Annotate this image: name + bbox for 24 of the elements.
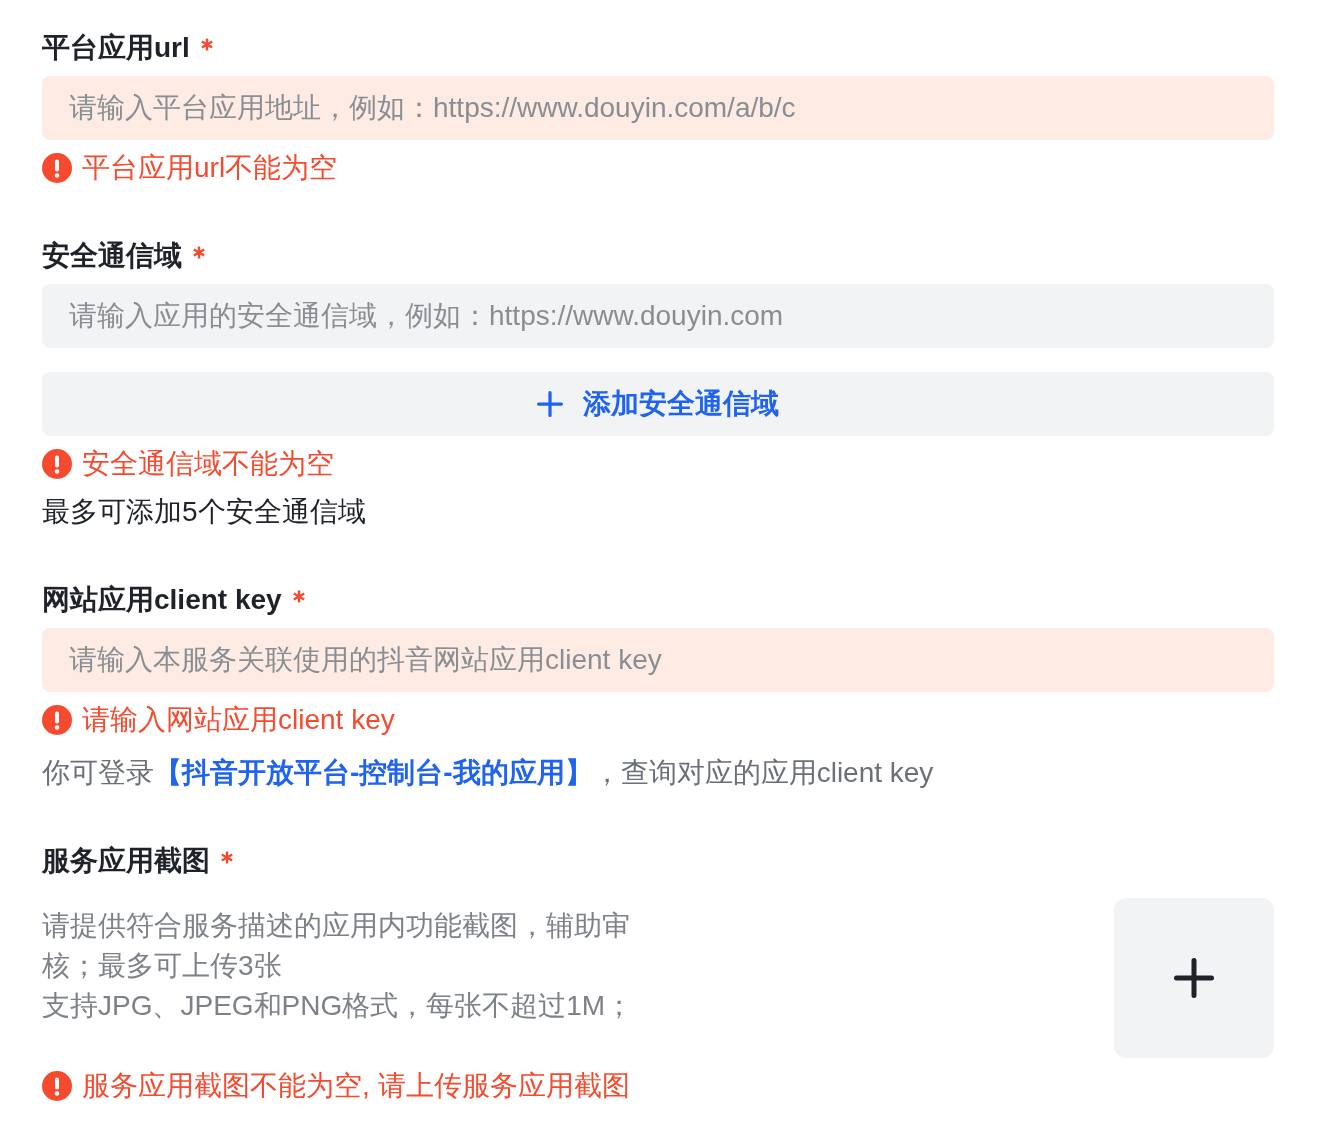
upload-description: 支持JPG、JPEG和PNG格式，每张不超过1M； (42, 989, 635, 1023)
input-field[interactable]: 请输入本服务关联使用的抖音网站应用client key (42, 628, 1274, 692)
error-message: 平台应用url不能为空 (82, 151, 338, 185)
upload-description: 请提供符合服务描述的应用内功能截图，辅助审核；最多可上传3张 (42, 909, 631, 983)
exclamation-circle-icon (42, 705, 72, 735)
exclamation-circle-icon (42, 449, 72, 479)
field-label: 平台应用url (42, 31, 190, 65)
plus-icon (537, 391, 563, 417)
input-field[interactable]: 请输入平台应用地址，例如：https://www.douyin.com/a/b/c (42, 76, 1274, 140)
field-label: 网站应用client key (42, 583, 282, 617)
console-link[interactable]: 【抖音开放平台-控制台-我的应用】 (154, 757, 593, 788)
add-domain-button[interactable]: 添加安全通信域 (42, 372, 1274, 436)
exclamation-circle-icon (42, 153, 72, 183)
plus-icon (1174, 958, 1214, 998)
field-label: 服务应用截图 (42, 844, 210, 878)
input-field[interactable]: 请输入应用的安全通信域，例如：https://www.douyin.com (42, 284, 1274, 348)
upload-button[interactable] (1114, 898, 1274, 1058)
error-message: 安全通信域不能为空 (82, 447, 334, 481)
help-text: 你可登录【抖音开放平台-控制台-我的应用】，查询对应的应用client key (42, 756, 935, 790)
error-message: 请输入网站应用client key (82, 703, 395, 737)
error-message: 服务应用截图不能为空, 请上传服务应用截图 (82, 1069, 630, 1103)
field-label: 安全通信域 (42, 239, 182, 273)
hint-text: 最多可添加5个安全通信域 (42, 495, 367, 529)
exclamation-circle-icon (42, 1071, 72, 1101)
